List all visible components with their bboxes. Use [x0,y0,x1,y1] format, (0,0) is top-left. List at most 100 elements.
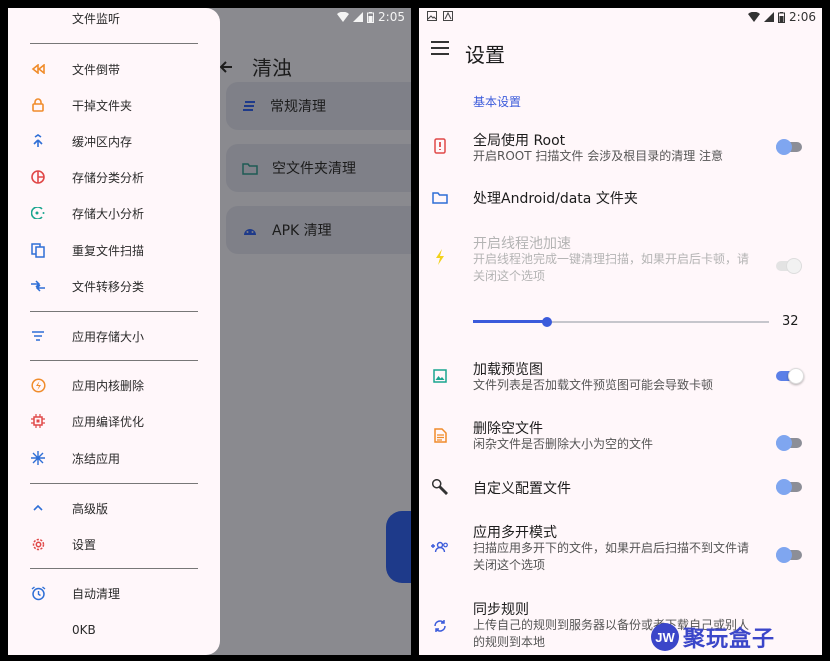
drawer-item-size: 0KB [8,614,220,646]
drawer-item-label: 应用存储大小 [72,329,145,344]
drawer-item-label: 干掉文件夹 [72,98,133,113]
setting-title: 自定义配置文件 [473,481,571,497]
status-right: 2:06 [748,10,816,24]
copy-icon [30,242,46,258]
drawer-item-label: 存储大小分析 [72,206,145,221]
sync-icon [431,617,449,635]
card-empty-folder-clean[interactable]: 空文件夹清理 [226,144,411,192]
slider-thumb[interactable] [542,317,552,327]
status-right: 2:05 [337,10,405,24]
page-title: 设置 [465,43,505,67]
folder-icon [431,188,449,206]
card-label: 常规清理 [270,99,326,115]
folder-icon [242,162,258,175]
drawer-item-app-storage[interactable]: 应用存储大小 [8,320,220,352]
card-normal-clean[interactable]: 常规清理 [226,82,411,130]
drawer-item-label: 文件监听 [72,11,121,26]
gear-icon [30,536,46,552]
drawer-divider [30,568,198,569]
toggle-switch[interactable] [776,368,804,384]
drawer-item-freeze-app[interactable]: 冻结应用 [8,442,220,474]
left-screen: 清浊 常规清理 空文件夹清理 APK 清理 2:05 文件监听 文件倒带 干掉文… [8,8,411,655]
watermark-logo: JW [651,623,679,651]
status-notifications [427,11,453,21]
thread-count-slider[interactable] [473,317,769,327]
image-icon [431,367,449,385]
card-label: APK 清理 [272,223,332,239]
card-apk-clean[interactable]: APK 清理 [226,206,411,254]
wifi-icon [748,12,761,22]
setting-title: 同步规则 [473,602,529,618]
list-icon [243,101,255,111]
signal-icon [764,12,775,22]
drawer-item-app-kernel-delete[interactable]: 应用内核删除 [8,369,220,401]
drawer-divider [30,483,198,484]
drawer-item-app-compile[interactable]: 应用编译优化 [8,405,220,437]
snowflake-icon [30,450,46,466]
drawer-item-storage-size[interactable]: 存储大小分析 [8,197,220,229]
drawer-item-label: 高级版 [72,501,109,516]
main-title: 清浊 [252,56,292,80]
bolt-icon [431,248,449,266]
drawer-item-duplicate-scan[interactable]: 重复文件扫描 [8,234,220,266]
setting-title: 开启线程池加速 [473,236,571,252]
root-icon [431,137,449,155]
back-arrow-icon[interactable] [218,59,234,75]
card-label: 空文件夹清理 [272,161,356,177]
drawer-item-file-rewind[interactable]: 文件倒带 [8,53,220,85]
drawer-item-label: 缓冲区内存 [72,134,133,149]
toggle-switch[interactable] [776,435,804,451]
battery-icon [778,11,786,23]
status-time: 2:05 [378,10,405,24]
hamburger-menu-icon[interactable] [431,41,449,55]
drawer-divider [30,43,198,44]
drawer-item-label: 文件倒带 [72,62,121,77]
drawer-item-file-transfer[interactable]: 文件转移分类 [8,270,220,302]
status-time: 2:06 [789,10,816,24]
merge-icon [30,133,46,149]
drawer-item-label: 0KB [72,623,96,637]
bolt-circle-icon [30,377,46,393]
drawer-item-file-watch[interactable]: 文件监听 [8,8,220,34]
setting-title: 删除空文件 [473,421,543,437]
drawer-item-settings[interactable]: 设置 [8,528,220,560]
watermark: JW 聚玩盒子 [651,621,775,653]
section-header: 基本设置 [473,95,522,109]
signal-icon [353,12,364,22]
toggle-switch[interactable] [776,258,804,274]
lock-icon [30,97,46,113]
pie-chart-icon [30,169,46,185]
drawer-divider [30,311,198,312]
fab-button[interactable] [386,511,411,583]
toggle-switch[interactable] [776,139,804,155]
drawer-item-label: 冻结应用 [72,451,121,466]
setting-subtitle: 文件列表是否加载文件预览图可能会导致卡顿 [473,378,714,392]
drawer-item-buffer-memory[interactable]: 缓冲区内存 [8,125,220,157]
setting-subtitle: 开启ROOT 扫描文件 会涉及根目录的清理 注意 [473,149,724,163]
drawer-item-label: 设置 [72,537,97,552]
setting-subtitle: 开启线程池完成一键清理扫描，如果开启后卡顿，请关闭这个选项 [473,252,750,283]
drawer-item-label: 应用编译优化 [72,414,145,429]
main-appbar: 清浊 [218,52,292,81]
chevron-up-icon [30,500,46,516]
right-screen: 2:06 设置 基本设置 全局使用 Root 开启ROOT 扫描文件 会涉及根目… [419,8,822,655]
image-notification-icon [427,11,437,21]
setting-title: 处理Android/data 文件夹 [473,191,638,207]
setting-title: 全局使用 Root [473,133,566,149]
toggle-switch[interactable] [776,479,804,495]
storage-size-icon [30,205,46,221]
navigation-drawer: 文件监听 文件倒带 干掉文件夹 缓冲区内存 存储分类分析 存储大小分析 重复文件… [8,8,220,655]
drawer-item-storage-category[interactable]: 存储分类分析 [8,161,220,193]
slider-fill [473,320,547,323]
drawer-item-premium[interactable]: 高级版 [8,492,220,524]
rewind-icon [30,61,46,77]
watermark-text: 聚玩盒子 [683,627,776,652]
drawer-divider [30,360,198,361]
drawer-item-label: 文件转移分类 [72,279,145,294]
transfer-icon [30,278,46,294]
drawer-item-auto-clean[interactable]: 自动清理 [8,577,220,609]
drawer-item-kill-folder[interactable]: 干掉文件夹 [8,89,220,121]
toggle-switch[interactable] [776,547,804,563]
document-icon [431,426,449,444]
setting-subtitle: 扫描应用多开下的文件，如果开启后扫描不到文件请关闭这个选项 [473,541,750,572]
